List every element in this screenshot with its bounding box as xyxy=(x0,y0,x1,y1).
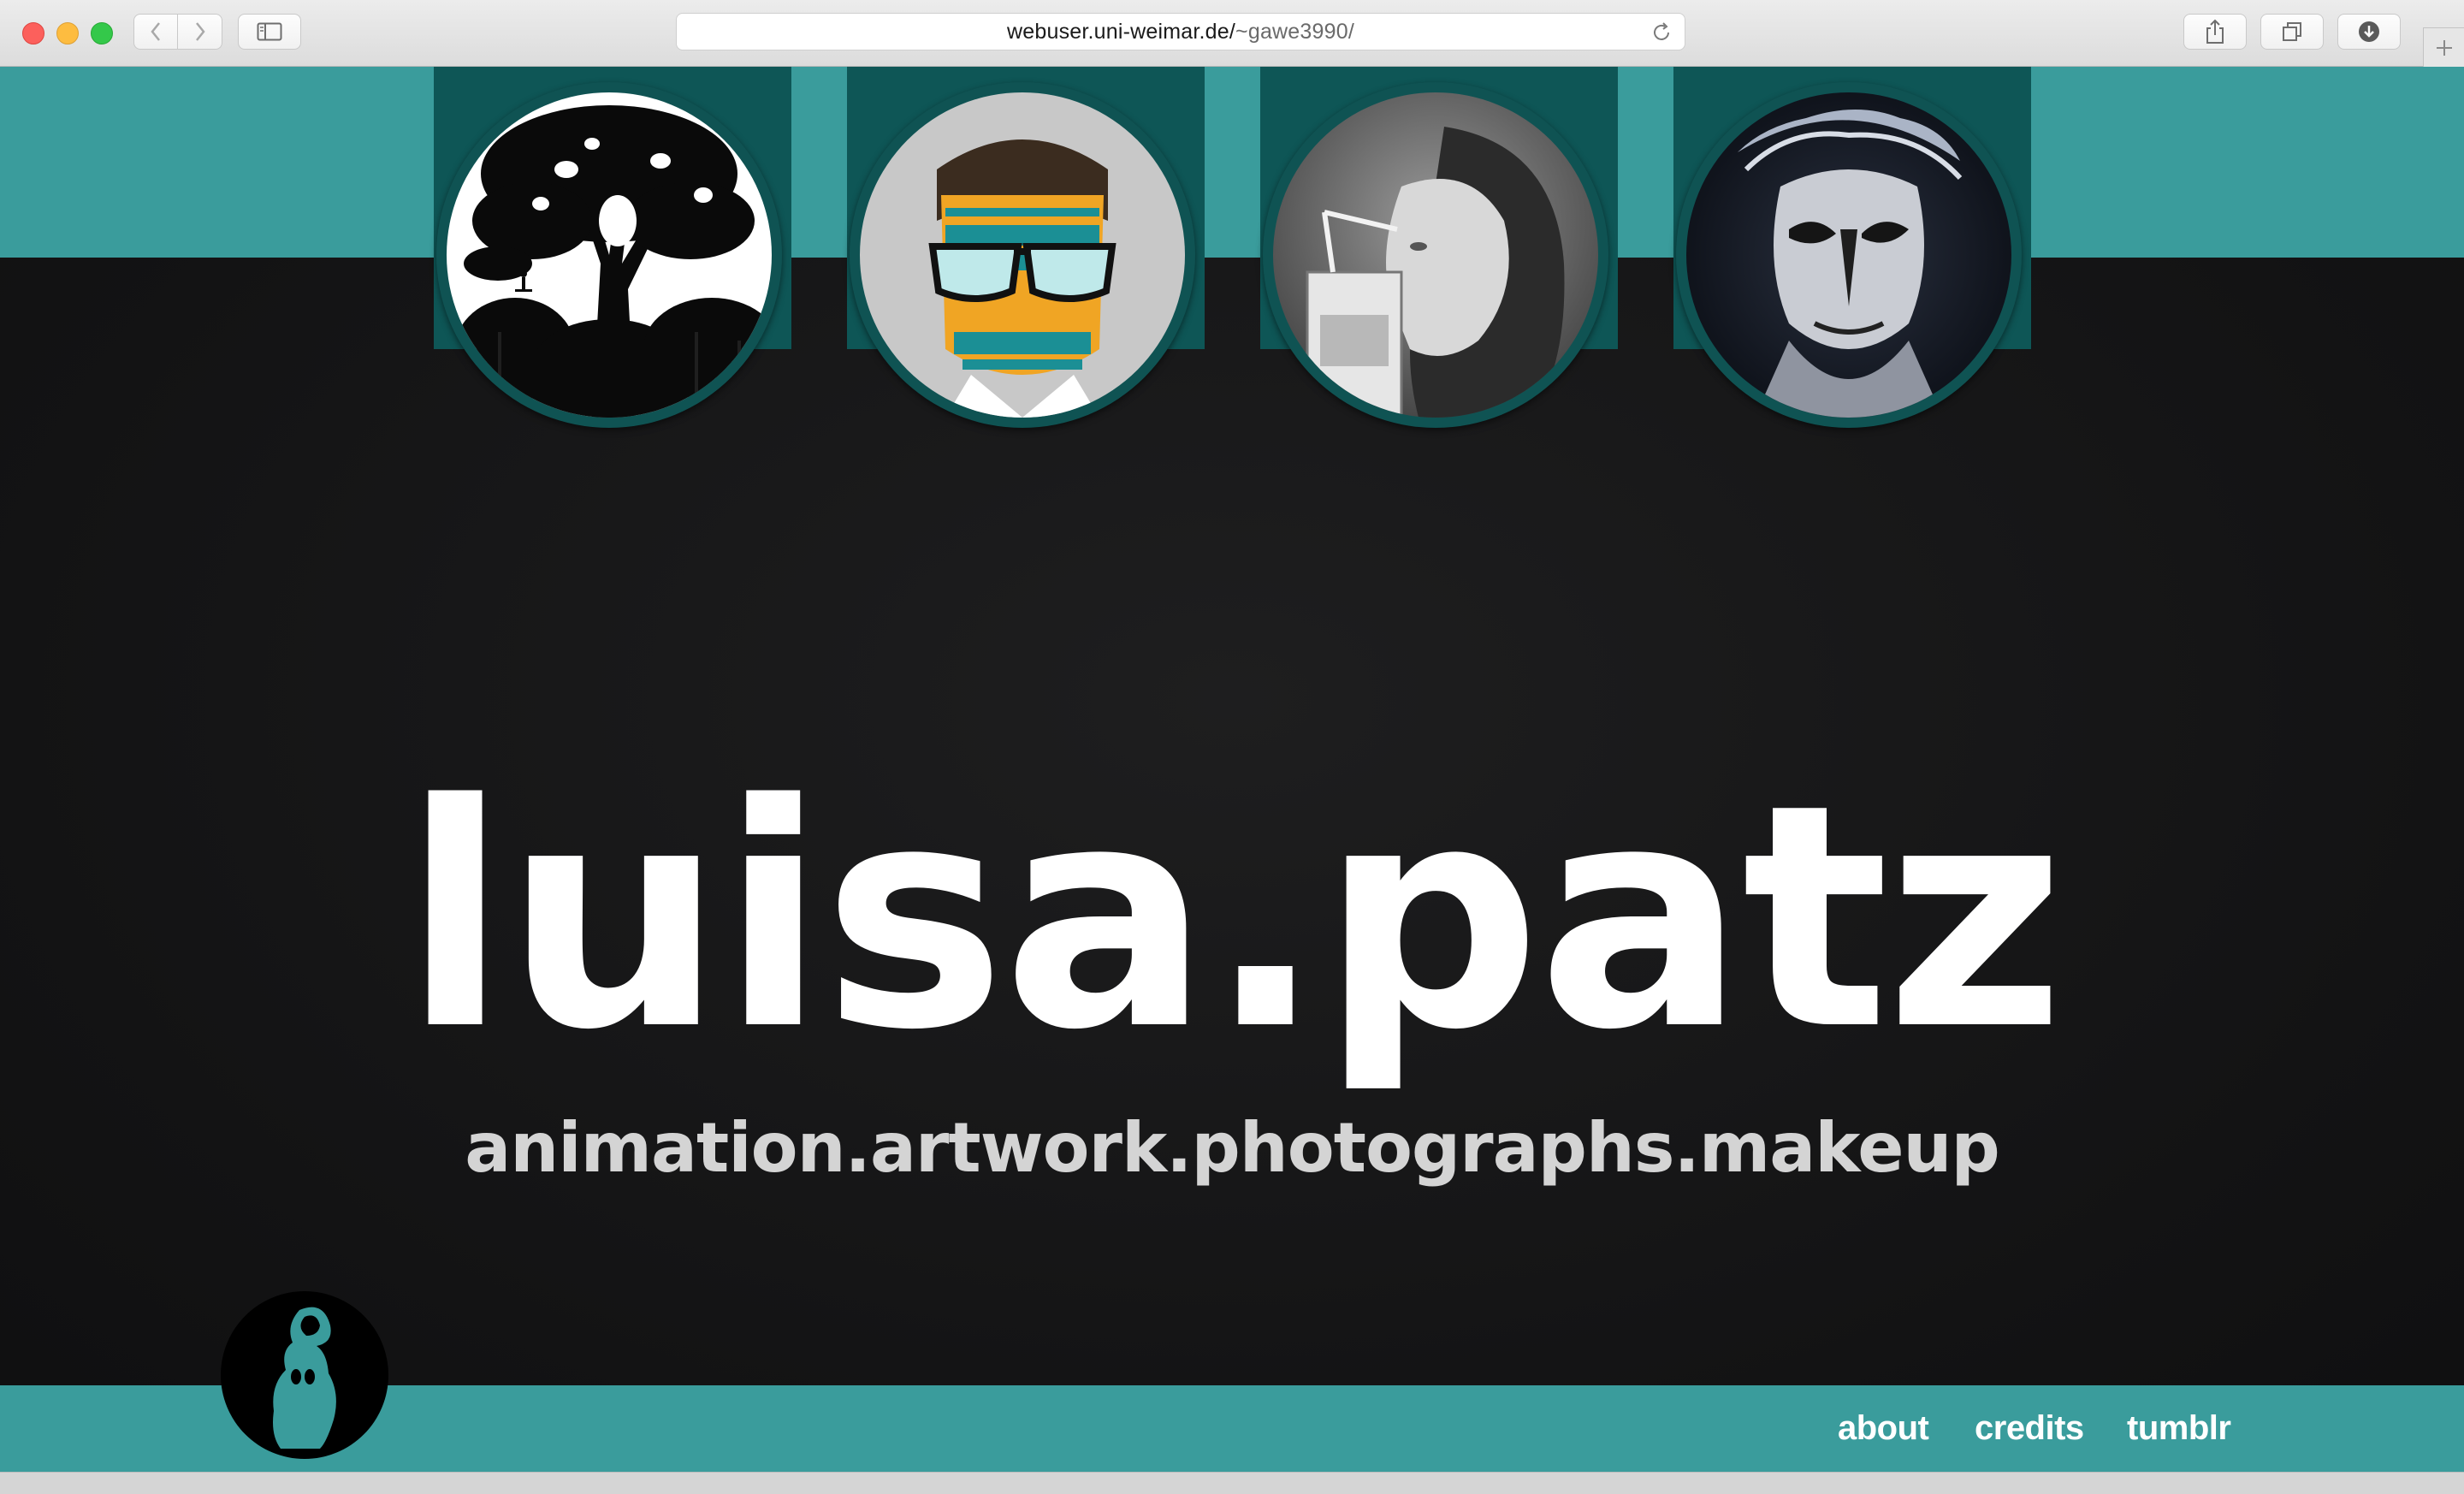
web-page: luisa.patz animation.artwork.photographs… xyxy=(0,67,2464,1472)
site-logo[interactable] xyxy=(221,1291,388,1459)
maximize-window-button[interactable] xyxy=(91,22,113,44)
makeup-gallery-link[interactable] xyxy=(1676,82,2022,428)
nav-credits: credits xyxy=(1975,1385,2084,1472)
window-bottom-edge xyxy=(0,1472,2464,1494)
close-window-button[interactable] xyxy=(22,22,44,44)
downloads-button[interactable] xyxy=(2337,14,2401,50)
share-icon xyxy=(2206,19,2224,44)
url-path: ~gawe3990/ xyxy=(1235,19,1354,44)
glasses-poster-thumbnail xyxy=(860,92,1185,418)
tumblr-link[interactable]: tumblr xyxy=(2127,1409,2231,1448)
artwork-gallery-link[interactable] xyxy=(850,82,1195,428)
plus-icon xyxy=(2437,40,2452,56)
credits-link[interactable]: credits xyxy=(1975,1409,2084,1448)
tree-silhouette-thumbnail xyxy=(447,92,772,418)
sidebar-toggle-button[interactable] xyxy=(238,14,301,50)
tabs-icon xyxy=(2283,22,2301,41)
nav-about: about xyxy=(1838,1385,1929,1472)
share-button[interactable] xyxy=(2183,14,2247,50)
girl-straw-photo-thumbnail xyxy=(1273,92,1598,418)
browser-window: webuser.uni-weimar.de/~gawe3990/ luisa.p… xyxy=(0,0,2464,1494)
chevron-right-icon xyxy=(195,22,205,41)
forward-button[interactable] xyxy=(178,14,222,50)
sidebar-icon xyxy=(257,22,282,41)
site-title: luisa.patz xyxy=(402,738,2064,1097)
minimize-window-button[interactable] xyxy=(56,22,79,44)
face-makeup-photo-thumbnail xyxy=(1686,92,2011,418)
tab-overview-button[interactable] xyxy=(2260,14,2324,50)
chevron-left-icon xyxy=(151,22,160,41)
site-subtitle: animation.artwork.photographs.makeup xyxy=(465,1108,1999,1188)
new-tab-button[interactable] xyxy=(2423,27,2464,68)
url-host: webuser.uni-weimar.de/ xyxy=(1007,19,1236,44)
animation-gallery-link[interactable] xyxy=(436,82,782,428)
back-button[interactable] xyxy=(133,14,178,50)
reload-icon[interactable] xyxy=(1650,21,1673,44)
download-icon xyxy=(2359,21,2379,42)
figure-logo-icon xyxy=(273,1307,336,1449)
address-bar[interactable]: webuser.uni-weimar.de/~gawe3990/ xyxy=(676,13,1685,50)
about-link[interactable]: about xyxy=(1838,1409,1929,1448)
url-text: webuser.uni-weimar.de/~gawe3990/ xyxy=(1007,20,1354,44)
nav-tumblr: tumblr xyxy=(2127,1385,2231,1472)
header-band xyxy=(0,67,2464,258)
browser-toolbar: webuser.uni-weimar.de/~gawe3990/ xyxy=(0,0,2464,68)
photographs-gallery-link[interactable] xyxy=(1263,82,1608,428)
